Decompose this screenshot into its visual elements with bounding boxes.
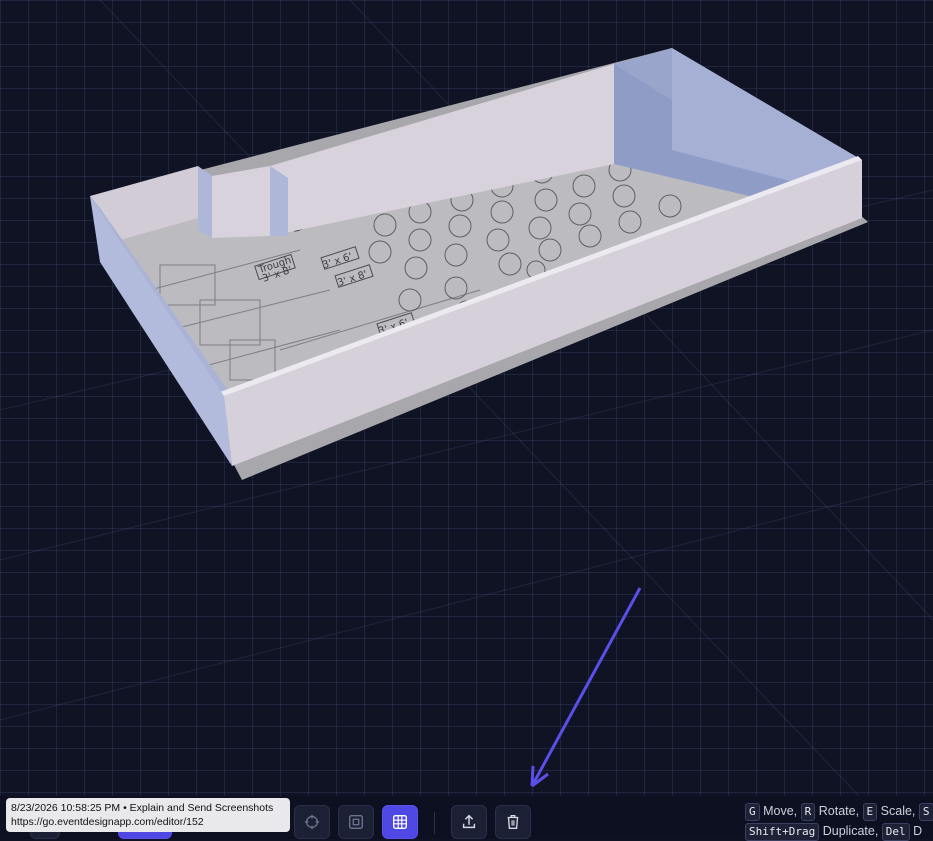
export-icon [462,814,476,829]
shortcut-key: S [918,803,933,821]
shortcut-label: D [913,824,923,838]
delete-button[interactable] [495,805,531,839]
shortcut-label: Scale, [880,804,916,818]
tooltip-url: https://go.eventdesignapp.com/editor/152 [11,816,204,828]
shortcut-key: G [745,803,760,821]
frame-icon [349,815,363,829]
target-icon [304,814,320,830]
screenshot-tooltip: 8/23/2026 10:58:25 PM • Explain and Send… [6,798,290,832]
shortcut-key: Shift+Drag [745,823,820,841]
export-button[interactable] [451,805,487,839]
shortcut-label: Duplicate, [822,824,879,838]
shortcut-key: Del [881,823,910,841]
shortcut-label: Rotate, [818,804,860,818]
3d-viewport[interactable]: 3' x 8' 3' x 6' 3' x 8' 3' x 6' Trough 3… [0,0,933,839]
tooltip-title: 8/23/2026 10:58:25 PM • Explain and Send… [11,802,274,814]
trash-icon [507,815,519,829]
grid-button[interactable] [382,805,418,839]
shortcut-label: Move, [763,804,798,818]
frame-button[interactable] [338,805,374,839]
shortcut-key: R [800,803,816,821]
annotation-arrow [530,587,642,788]
grid-icon [393,815,407,829]
toolbar-divider [434,812,435,834]
target-button[interactable] [294,805,330,839]
shortcut-key: E [862,803,878,821]
keyboard-shortcuts: G Move, R Rotate, E Scale, S Shift+Drag … [745,802,933,841]
